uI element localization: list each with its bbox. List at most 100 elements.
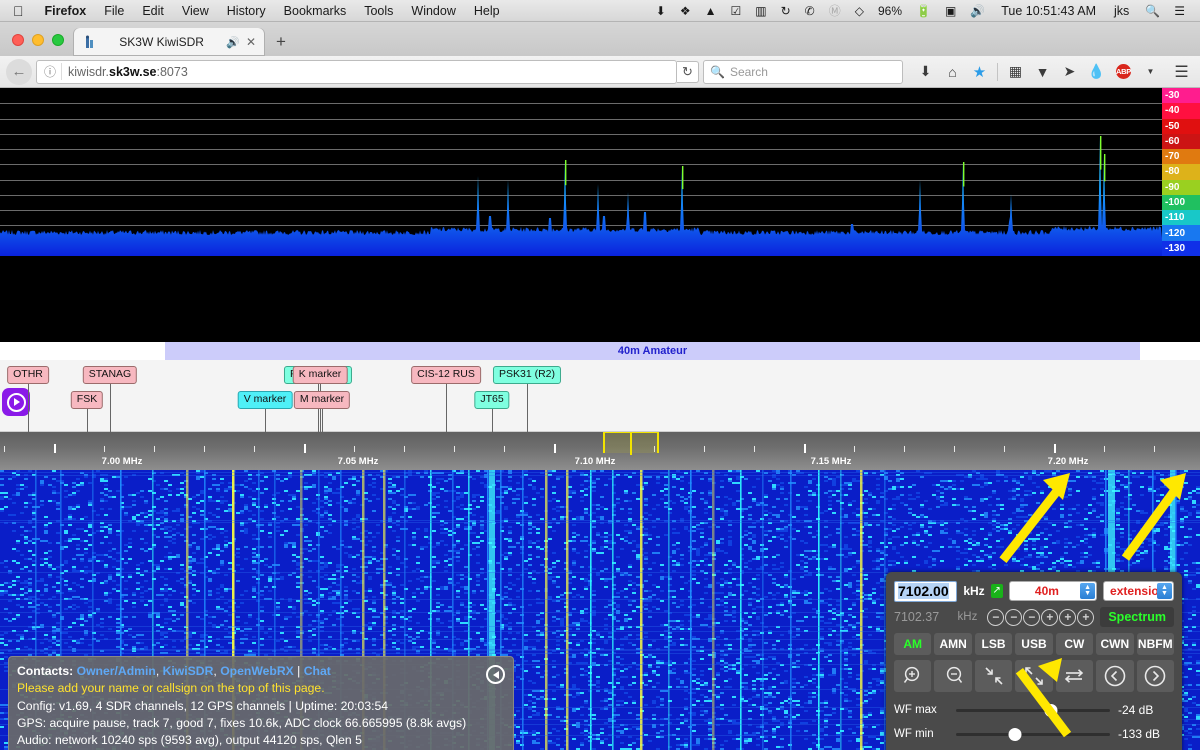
zoom-fit-icon[interactable] bbox=[975, 660, 1012, 692]
marker-label[interactable]: K marker bbox=[293, 366, 348, 384]
zoom-minus-button-2[interactable]: − bbox=[1023, 609, 1040, 626]
menubar-user[interactable]: jks bbox=[1105, 4, 1138, 18]
freq-minor-tick bbox=[504, 446, 505, 452]
bookmark-star-icon[interactable]: ★ bbox=[967, 59, 992, 84]
triangle-icon[interactable]: ▲ bbox=[698, 4, 724, 18]
zoom-minus-button-1[interactable]: − bbox=[1005, 609, 1022, 626]
apple-logo-icon[interactable]:  bbox=[0, 4, 36, 18]
passband-indicator[interactable] bbox=[603, 432, 659, 453]
mode-button-lsb[interactable]: LSB bbox=[975, 633, 1012, 655]
slider-knob[interactable] bbox=[1045, 704, 1058, 717]
download-arrow-icon[interactable]: ⬇ bbox=[913, 59, 938, 84]
zoom-minus-button-0[interactable]: − bbox=[987, 609, 1004, 626]
swap-arrows-icon[interactable] bbox=[1056, 660, 1093, 692]
adblock-icon[interactable]: ABP bbox=[1111, 59, 1136, 84]
slider-wf-max[interactable] bbox=[956, 709, 1110, 712]
new-tab-button[interactable]: + bbox=[264, 32, 298, 56]
link-chat[interactable]: Chat bbox=[304, 664, 331, 678]
checkmark-circle-icon[interactable]: ☑ bbox=[723, 4, 748, 18]
band-segment[interactable]: 40m Amateur bbox=[165, 342, 1140, 360]
menu-edit[interactable]: Edit bbox=[133, 4, 173, 18]
mode-button-am[interactable]: AM bbox=[894, 633, 931, 655]
external-link-icon[interactable]: ↗ bbox=[991, 584, 1003, 598]
time-machine-icon[interactable]: ↻ bbox=[774, 4, 798, 18]
menu-bookmarks[interactable]: Bookmarks bbox=[275, 4, 356, 18]
maximize-window-button[interactable] bbox=[52, 34, 64, 46]
menu-window[interactable]: Window bbox=[402, 4, 464, 18]
battery-bar-icon[interactable]: ▥ bbox=[748, 4, 773, 18]
menu-help[interactable]: Help bbox=[465, 4, 509, 18]
menu-history[interactable]: History bbox=[218, 4, 275, 18]
marker-label[interactable]: STANAG bbox=[83, 366, 137, 384]
home-icon[interactable]: ⌂ bbox=[940, 59, 965, 84]
speaker-icon[interactable]: 🔊 bbox=[226, 36, 240, 49]
play-button[interactable] bbox=[2, 388, 30, 416]
slider-knob[interactable] bbox=[1008, 728, 1021, 741]
menu-tools[interactable]: Tools bbox=[355, 4, 402, 18]
volume-icon[interactable]: 🔊 bbox=[963, 4, 992, 18]
mode-button-cw[interactable]: CW bbox=[1056, 633, 1093, 655]
spotlight-search-icon[interactable]: 🔍 bbox=[1138, 4, 1167, 18]
back-arrow-icon[interactable]: ← bbox=[6, 59, 32, 85]
extension-stepper-icon[interactable]: ▲▼ bbox=[1157, 583, 1172, 599]
reader-icon[interactable]: ▦ bbox=[1003, 59, 1028, 84]
dropbox-icon[interactable]: ❖ bbox=[673, 4, 698, 18]
collapse-left-icon[interactable] bbox=[486, 665, 505, 684]
band-select[interactable]: 40m ▲▼ bbox=[1009, 581, 1097, 601]
link-owner-admin[interactable]: Owner/Admin bbox=[77, 664, 156, 678]
search-input[interactable]: 🔍 Search bbox=[703, 60, 903, 84]
frequency-scale[interactable]: 7.00 MHz7.05 MHz7.10 MHz7.15 MHz7.20 MHz bbox=[0, 432, 1200, 470]
marker-label[interactable]: OTHR bbox=[7, 366, 49, 384]
phone-icon[interactable]: ✆ bbox=[798, 4, 822, 18]
extension-select[interactable]: extension ▲▼ bbox=[1103, 581, 1174, 601]
band-stepper-icon[interactable]: ▲▼ bbox=[1080, 583, 1095, 599]
battery-charging-icon[interactable]: 🔋 bbox=[909, 4, 938, 18]
download-icon[interactable]: ⬇ bbox=[649, 4, 673, 18]
next-icon[interactable] bbox=[1137, 660, 1174, 692]
send-tab-icon[interactable]: ➤ bbox=[1057, 59, 1082, 84]
freq-minor-tick bbox=[104, 446, 105, 452]
link-openwebrx[interactable]: OpenWebRX bbox=[220, 664, 294, 678]
close-icon[interactable]: ✕ bbox=[246, 35, 256, 49]
menu-view[interactable]: View bbox=[173, 4, 218, 18]
pocket-icon[interactable]: ▼ bbox=[1030, 59, 1055, 84]
droplet-icon[interactable]: 💧 bbox=[1084, 59, 1109, 84]
browser-tab[interactable]: SK3W KiwiSDR 🔊 ✕ bbox=[74, 28, 264, 56]
marker-label[interactable]: PSK31 (R2) bbox=[493, 366, 561, 384]
menu-hamburger-icon[interactable]: ☰ bbox=[1169, 59, 1194, 84]
menu-file[interactable]: File bbox=[95, 4, 133, 18]
zoom-in-icon[interactable] bbox=[894, 660, 931, 692]
spectrum-display[interactable]: -30-40-50-60-70-80-90-100-110-120-130 bbox=[0, 88, 1200, 256]
close-window-button[interactable] bbox=[12, 34, 24, 46]
marker-label[interactable]: CIS-12 RUS bbox=[411, 366, 481, 384]
page-info-icon[interactable]: ⓘ bbox=[41, 63, 62, 80]
marker-label[interactable]: M marker bbox=[294, 391, 350, 409]
marker-label[interactable]: JT65 bbox=[474, 391, 509, 409]
zoom-plus-button-5[interactable]: + bbox=[1077, 609, 1094, 626]
reload-icon[interactable]: ↻ bbox=[677, 61, 699, 83]
wifi-icon[interactable]: ◇ bbox=[848, 4, 871, 18]
spectrum-button[interactable]: Spectrum bbox=[1100, 607, 1174, 627]
link-kiwisdr[interactable]: KiwiSDR bbox=[163, 664, 214, 678]
marker-label[interactable]: FSK bbox=[71, 391, 103, 409]
mode-button-cwn[interactable]: CWN bbox=[1096, 633, 1133, 655]
mode-button-nbfm[interactable]: NBFM bbox=[1137, 633, 1174, 655]
screen-icon[interactable]: ▣ bbox=[938, 4, 963, 18]
zoom-out-icon[interactable] bbox=[934, 660, 971, 692]
mode-button-amn[interactable]: AMN bbox=[934, 633, 971, 655]
menu-firefox[interactable]: Firefox bbox=[36, 4, 96, 18]
menubar-clock[interactable]: Tue 10:51:43 AM bbox=[992, 4, 1105, 18]
zoom-plus-button-4[interactable]: + bbox=[1059, 609, 1076, 626]
chevron-down-icon[interactable]: ▼ bbox=[1138, 59, 1163, 84]
prev-icon[interactable] bbox=[1096, 660, 1133, 692]
zoom-max-icon[interactable] bbox=[1015, 660, 1052, 692]
url-bar[interactable]: ⓘ kiwisdr.sk3w.se:8073 bbox=[36, 60, 677, 84]
slider-wf-min[interactable] bbox=[956, 733, 1110, 736]
notification-center-icon[interactable]: ☰ bbox=[1167, 4, 1192, 18]
frequency-input[interactable]: 7102.00 bbox=[894, 581, 957, 602]
bluetooth-icon[interactable]: Ⓜ bbox=[822, 2, 848, 19]
zoom-plus-button-3[interactable]: + bbox=[1041, 609, 1058, 626]
marker-label[interactable]: V marker bbox=[238, 391, 293, 409]
mode-button-usb[interactable]: USB bbox=[1015, 633, 1052, 655]
minimize-window-button[interactable] bbox=[32, 34, 44, 46]
